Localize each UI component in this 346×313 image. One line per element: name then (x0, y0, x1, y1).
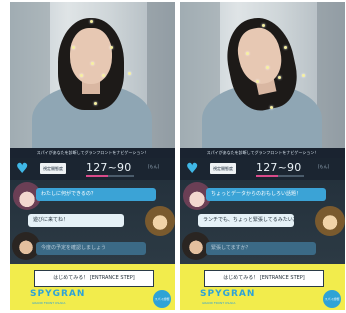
stat-unit: [もん] (148, 164, 160, 169)
tracking-point (284, 46, 287, 49)
stats-bar: ♥ 視定開態度 127~90 [もん] (10, 158, 175, 180)
info-strip: スパイがあなたを診断してグランフロントをナビゲーション！ (180, 148, 345, 158)
cta-area: はじめてみる！ [ENTRANCE STEP] SPYGRAN GRAND FR… (180, 264, 345, 310)
diagnosis-badge[interactable]: スパイ診断 (323, 290, 341, 308)
chat-area: わたしに何ができるの？ 遊びに来てね！ 今度の予定を確認しましょう (10, 180, 175, 264)
tracking-point (91, 62, 94, 65)
app-screen-right: スパイがあなたを診断してグランフロントをナビゲーション！ ♥ 視定開態度 127… (180, 2, 345, 310)
cta-area: はじめてみる！ [ENTRANCE STEP] SPYGRAN GRAND FR… (10, 264, 175, 310)
brand-logo: SPYGRAN (200, 289, 256, 299)
stat-progress-track (86, 175, 134, 177)
app-screen-left: スパイがあなたを診断してグランフロントをナビゲーション！ ♥ 視定開態度 127… (10, 2, 175, 310)
camera-photo (10, 2, 175, 148)
diagnosis-badge[interactable]: スパイ診断 (153, 290, 171, 308)
stat-unit: [もん] (318, 164, 330, 169)
stat-progress-fill (256, 175, 278, 177)
brand-subtitle: GRAND FRONT OSAKA (32, 301, 66, 305)
stat-value: 127~90 (256, 161, 302, 174)
chat-bubble: ちょっとデータからのおもしろい話題！ (206, 188, 326, 201)
chat-bubble: 遊びに来てね！ (28, 214, 124, 227)
tracking-point (266, 66, 269, 69)
tracking-point (80, 74, 83, 77)
tracking-point (110, 46, 113, 49)
info-strip: スパイがあなたを診断してグランフロントをナビゲーション！ (10, 148, 175, 158)
tracking-point (246, 52, 249, 55)
tracking-point (72, 46, 75, 49)
stat-label: 視定開態度 (40, 163, 66, 174)
brand-subtitle: GRAND FRONT OSAKA (202, 301, 236, 305)
stat-label: 視定開態度 (210, 163, 236, 174)
stats-bar: ♥ 視定開態度 127~90 [もん] (180, 158, 345, 180)
tracking-point (128, 72, 131, 75)
heart-icon: ♥ (186, 161, 199, 177)
heart-icon: ♥ (16, 161, 29, 177)
chat-bubble: ランチでも、ちょっと緊張してるみたいだね！ (198, 214, 294, 227)
tracking-point (278, 76, 281, 79)
tracking-point (262, 24, 265, 27)
stat-progress-track (256, 175, 304, 177)
camera-photo (180, 2, 345, 148)
tracking-point (302, 74, 305, 77)
start-button[interactable]: はじめてみる！ [ENTRANCE STEP] (34, 270, 154, 287)
tracking-point (256, 80, 259, 83)
chat-bubble: 今度の予定を確認しましょう (36, 242, 146, 255)
avatar (315, 206, 345, 236)
chat-area: ちょっとデータからのおもしろい話題！ ランチでも、ちょっと緊張してるみたいだね！… (180, 180, 345, 264)
brand-logo: SPYGRAN (30, 289, 86, 299)
avatar (145, 206, 175, 236)
chat-bubble: わたしに何ができるの？ (36, 188, 156, 201)
stat-value: 127~90 (86, 161, 132, 174)
start-button[interactable]: はじめてみる！ [ENTRANCE STEP] (204, 270, 324, 287)
tracking-point (102, 74, 105, 77)
tracking-point (270, 106, 273, 109)
tracking-point (94, 102, 97, 105)
tracking-point (90, 20, 93, 23)
stat-progress-fill (86, 175, 108, 177)
chat-bubble: 緊張してますか？ (206, 242, 316, 255)
